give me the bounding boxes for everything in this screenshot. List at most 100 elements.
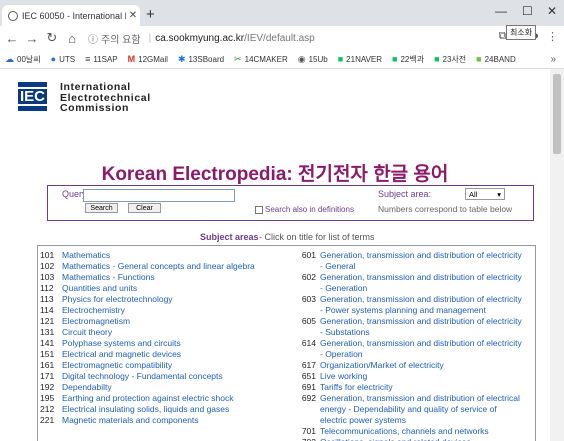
close-tab-icon[interactable]: ✕: [126, 10, 140, 21]
bookmark-label: 24BAND: [484, 54, 516, 64]
subject-link[interactable]: Mathematics - Functions: [62, 272, 155, 283]
dictionary-icon: ■: [434, 54, 440, 64]
subject-code: 605: [301, 316, 316, 326]
subject-link[interactable]: Quantities and units: [62, 283, 137, 294]
subject-link[interactable]: Electrical and magnetic devices: [62, 349, 181, 360]
subject-code: 692: [301, 393, 316, 403]
subject-row: 103 Mathematics - Functions: [40, 272, 280, 283]
subject-code: 221: [40, 415, 55, 425]
subject-code: 691: [301, 382, 316, 392]
page-title: Korean Electropedia: 전기전자 한글 용어: [101, 164, 449, 185]
subject-link[interactable]: Electromagnetic compatibility: [62, 360, 172, 371]
back-arrow-icon[interactable]: ←: [4, 31, 20, 46]
search-definitions-checkbox[interactable]: [255, 206, 263, 214]
bookmark-item[interactable]: ☁ 00날씨: [5, 54, 41, 65]
subject-code: 617: [301, 360, 316, 370]
address-bar[interactable]: ⓘ 주의 요함 | ca.sookmyung.ac.kr /IEV/defaul…: [88, 30, 528, 47]
bookmark-item[interactable]: ■ 24BAND: [476, 54, 516, 64]
bookmark-label: 00날씨: [17, 54, 41, 64]
subject-code: 112: [40, 283, 54, 293]
subject-link[interactable]: Physics for electrotechnology: [62, 294, 173, 305]
board-icon: ✱: [177, 53, 186, 64]
subject-link[interactable]: Dependabilty: [62, 382, 112, 393]
subject-link[interactable]: Generation, transmission and distributio…: [320, 338, 522, 360]
bookmark-item[interactable]: ≡ 11SAP: [85, 54, 118, 64]
subject-code: 121: [40, 316, 55, 326]
bookmark-item[interactable]: ✱ 13SBoard: [178, 54, 224, 65]
subject-link[interactable]: Organization/Market of electricity: [320, 360, 444, 371]
browser-tab[interactable]: IEC 60050 - International Electr ✕: [2, 5, 140, 26]
subject-code: 102: [40, 261, 55, 271]
maximize-icon[interactable]: ☐: [522, 4, 533, 18]
subject-link[interactable]: Tariffs for electricity: [320, 382, 393, 393]
subject-link[interactable]: Generation, transmission and distributio…: [320, 393, 522, 426]
subject-row: 617 Organization/Market of electricity: [290, 360, 522, 371]
subject-link[interactable]: Magnetic materials and components: [62, 415, 199, 426]
subject-link[interactable]: Electrical insulating solids, liquids an…: [62, 404, 229, 415]
bookmark-item[interactable]: ◉ 15Ub: [298, 54, 328, 65]
subject-link[interactable]: Generation, transmission and distributio…: [320, 294, 522, 316]
subject-area-select[interactable]: All ▾: [465, 188, 505, 200]
subject-link[interactable]: Digital technology - Fundamental concept…: [62, 371, 223, 382]
cmaker-icon: ✂: [234, 53, 242, 64]
subject-row: 605 Generation, transmission and distribu…: [290, 316, 522, 338]
new-tab-button[interactable]: +: [146, 6, 155, 23]
home-icon[interactable]: ⌂: [64, 31, 80, 46]
bookmark-item[interactable]: ■ 22백과: [392, 54, 424, 65]
org-line: Commission: [60, 102, 130, 114]
uts-icon: ●: [50, 54, 57, 64]
subject-link[interactable]: Generation, transmission and distributio…: [320, 316, 522, 338]
forward-arrow-icon[interactable]: →: [24, 31, 40, 46]
subject-link[interactable]: Circuit theory: [62, 327, 112, 338]
subject-row: 113 Physics for electrotechnology: [40, 294, 280, 305]
scrollbar-thumb[interactable]: [553, 74, 561, 154]
query-input[interactable]: [83, 189, 235, 202]
subject-row: 151 Electrical and magnetic devices: [40, 349, 280, 360]
bookmark-item[interactable]: M 12GMail: [128, 54, 168, 64]
minimize-icon[interactable]: —: [495, 4, 507, 18]
bookmark-item[interactable]: ● UTS: [51, 54, 75, 64]
subject-link[interactable]: Mathematics - General concepts and linea…: [62, 261, 255, 272]
subject-row: 141 Polyphase systems and circuits: [40, 338, 280, 349]
menu-icon[interactable]: ⋮: [547, 30, 558, 43]
subject-row: 212 Electrical insulating solids, liquids…: [40, 404, 280, 415]
reload-icon[interactable]: ↻: [44, 30, 60, 46]
subject-link[interactable]: Electromagnetism: [62, 316, 130, 327]
subject-row: 171 Digital technology - Fundamental conc…: [40, 371, 280, 382]
subject-row: 702Oscillations, signals and related dev…: [290, 437, 522, 441]
close-window-icon[interactable]: ✕: [547, 4, 557, 18]
clear-button[interactable]: Clear: [128, 203, 161, 213]
logo-text: IEC: [19, 88, 45, 105]
band-icon: ■: [476, 54, 482, 64]
info-icon[interactable]: ⓘ: [88, 31, 98, 46]
bookmark-item[interactable]: ✂ 14CMAKER: [234, 54, 288, 65]
browser-toolbar: ← → ↻ ⌂ ⓘ 주의 요함 | ca.sookmyung.ac.kr /IE…: [0, 26, 564, 50]
subject-code: 101: [40, 250, 55, 260]
bookmark-item[interactable]: ■ 23사전: [434, 54, 466, 65]
bookmark-label: 11SAP: [93, 54, 118, 64]
subject-link[interactable]: Oscillations, signals and related device…: [320, 437, 471, 441]
subject-row: 195 Earthing and protection against elect…: [40, 393, 280, 404]
subject-code: 161: [40, 360, 55, 370]
iec-logo[interactable]: IEC: [18, 82, 47, 111]
address-path: /IEV/default.asp: [244, 32, 315, 44]
subject-link[interactable]: Telecommunications, channels and network…: [320, 426, 489, 437]
subject-link[interactable]: Polyphase systems and circuits: [62, 338, 181, 349]
subject-code: 702: [290, 437, 320, 441]
subject-code: 103: [40, 272, 55, 282]
search-button[interactable]: Search: [85, 203, 118, 213]
subject-link[interactable]: Electrochemistry: [62, 305, 125, 316]
subject-link[interactable]: Generation, transmission and distributio…: [320, 272, 522, 294]
subject-row: 221 Magnetic materials and components: [40, 415, 280, 426]
more-bookmarks-icon[interactable]: »: [550, 54, 556, 65]
subject-row: 651 Live working: [290, 371, 522, 382]
subject-link[interactable]: Live working: [320, 371, 367, 382]
subject-link[interactable]: Mathematics: [62, 250, 110, 261]
subject-link[interactable]: Earthing and protection against electric…: [62, 393, 234, 404]
address-host: ca.sookmyung.ac.kr: [155, 32, 245, 44]
subject-code: 151: [40, 349, 55, 359]
bookmark-item[interactable]: ■ 21NAVER: [338, 54, 382, 64]
subject-link[interactable]: Generation, transmission and distributio…: [320, 250, 522, 272]
subject-code: 141: [40, 338, 55, 348]
tab-title: IEC 60050 - International Electr: [22, 10, 126, 21]
